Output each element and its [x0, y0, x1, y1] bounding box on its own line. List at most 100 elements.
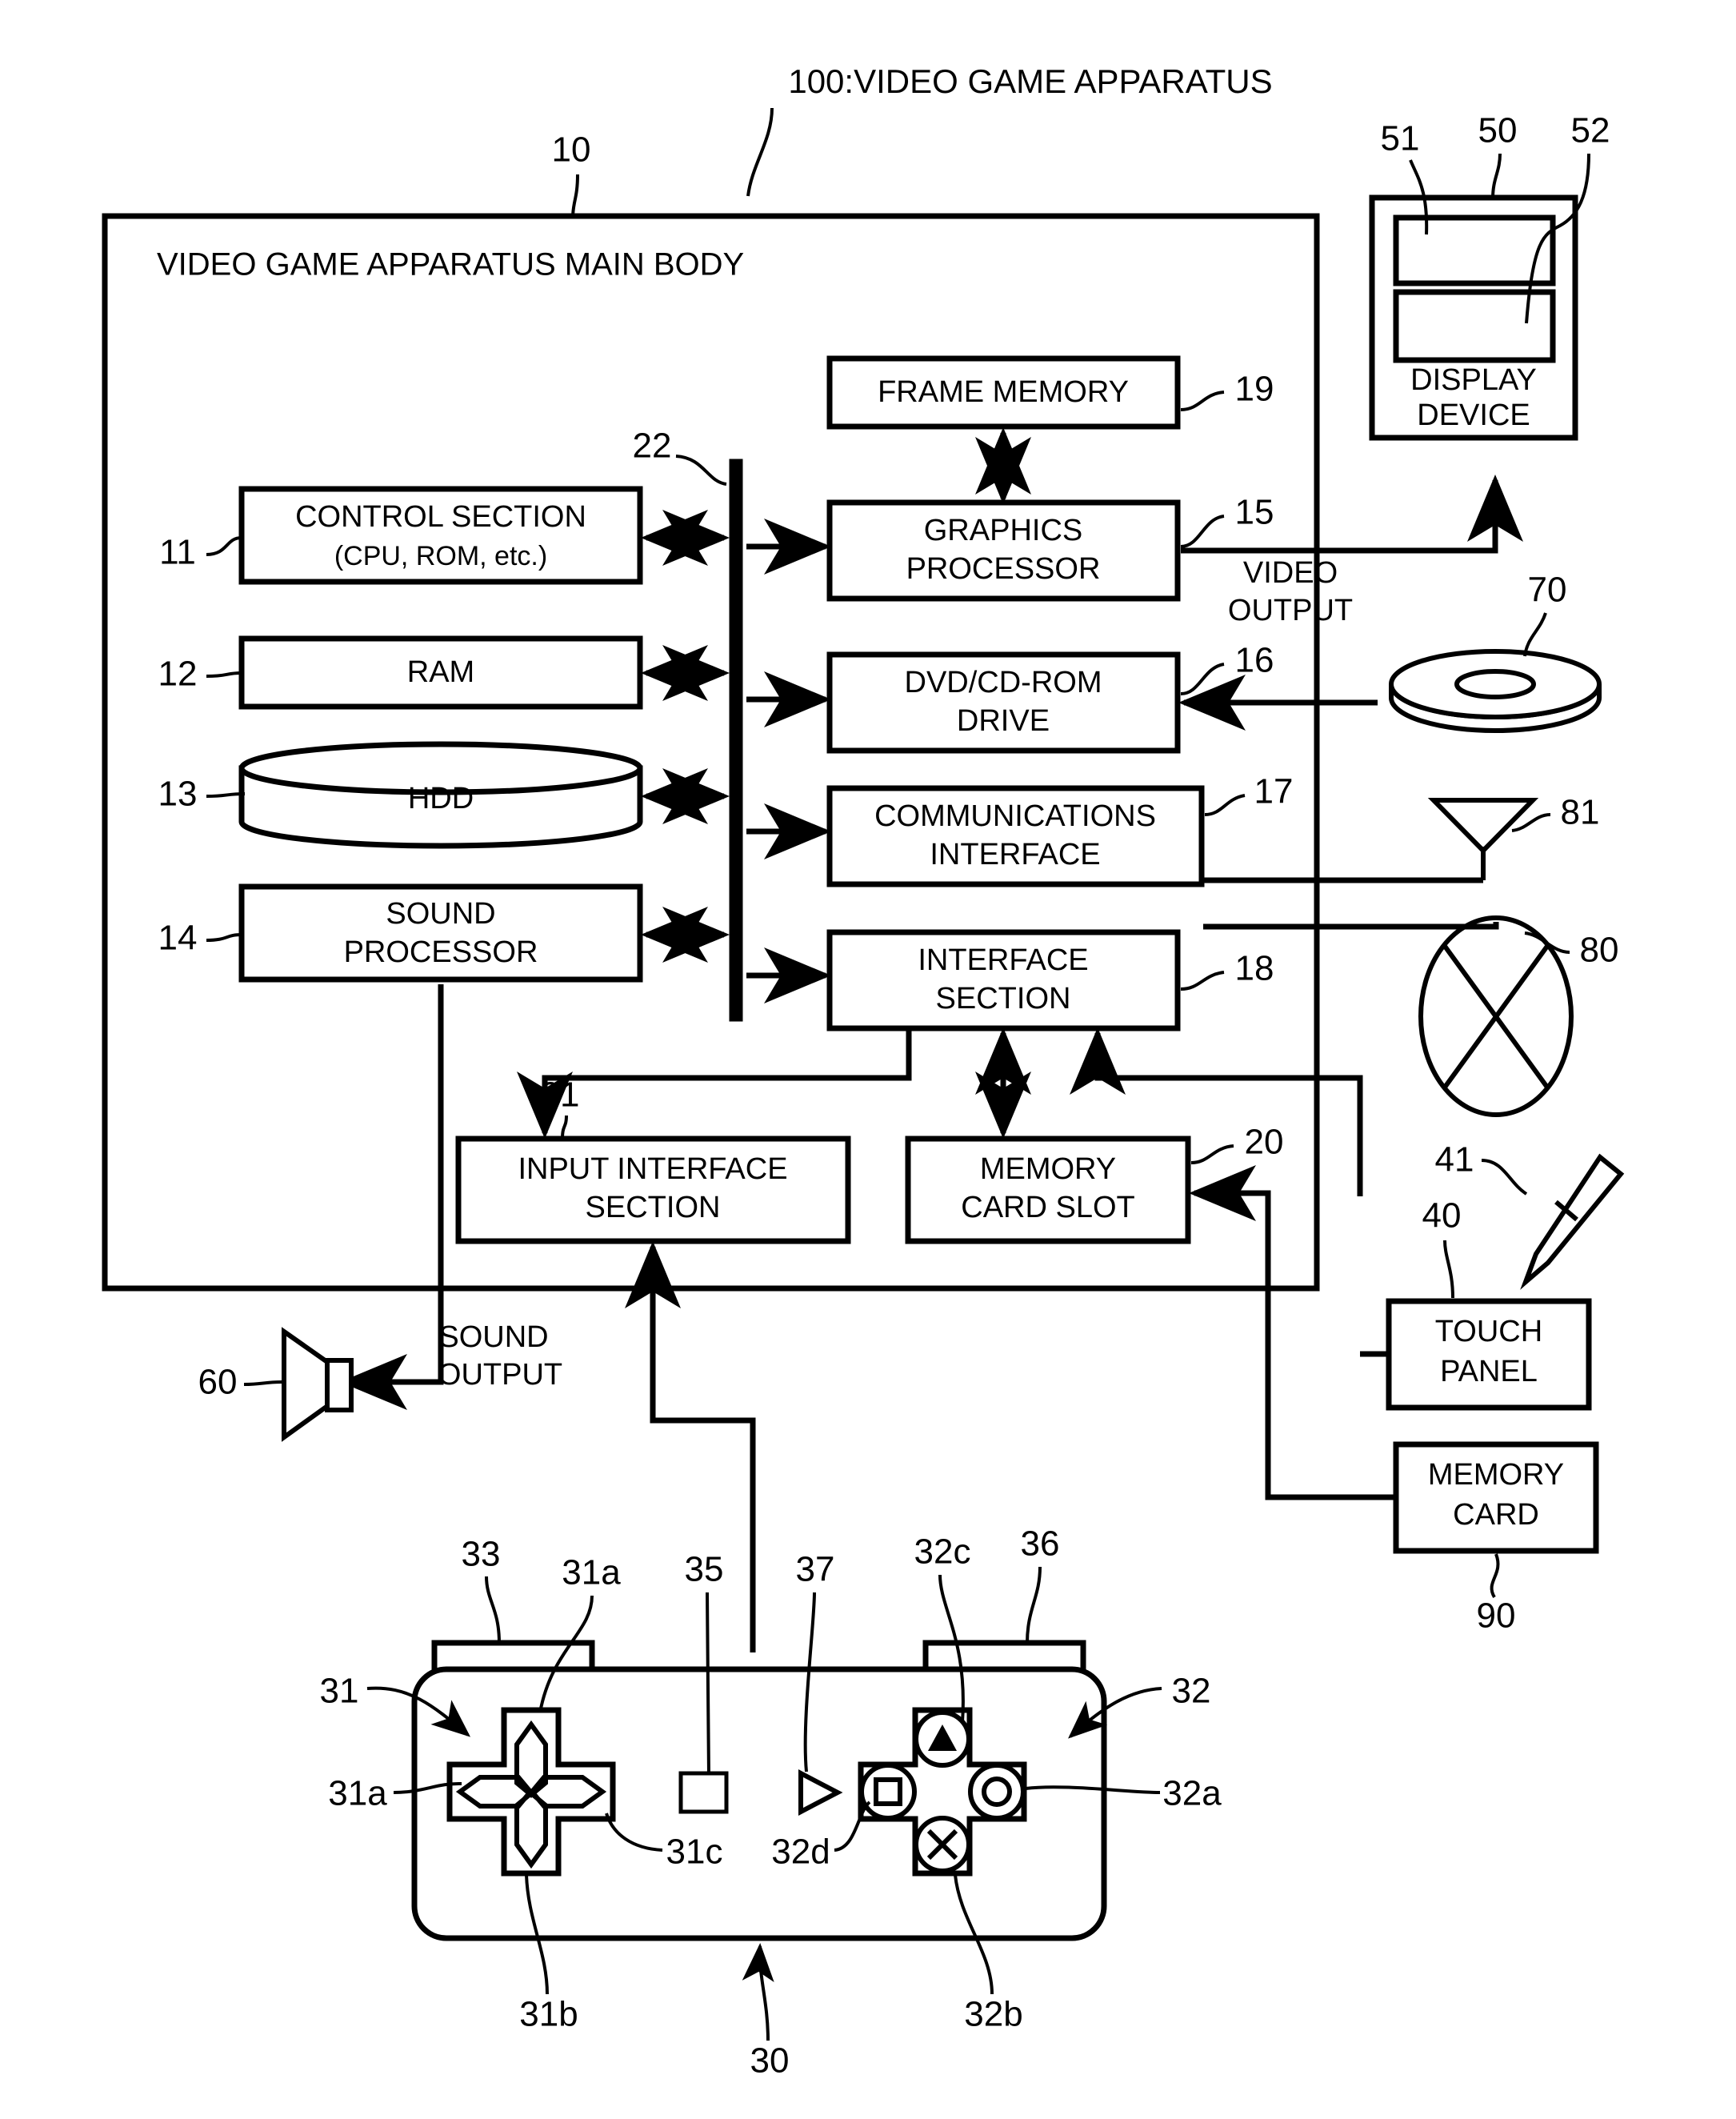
video-output-label-line1: VIDEO	[1243, 556, 1338, 590]
ref-22: 22	[633, 427, 672, 466]
sound-processor-label-line1: SOUND	[386, 897, 495, 931]
interface-section-block: INTERFACE SECTION 18	[746, 929, 1274, 1031]
sound-processor-label-line2: PROCESSOR	[344, 935, 538, 969]
ref-40: 40	[1422, 1196, 1462, 1236]
speaker-group: 60	[198, 1327, 354, 1442]
ref-14: 14	[158, 919, 198, 958]
ref-15: 15	[1235, 493, 1274, 532]
ref-31c: 31c	[666, 1833, 723, 1872]
ref-81: 81	[1561, 793, 1600, 832]
ref-51: 51	[1381, 119, 1420, 158]
ref-31b: 31b	[519, 1995, 578, 2034]
input-interface-label-line1: INPUT INTERFACE	[518, 1152, 787, 1186]
ref-90: 90	[1477, 1596, 1516, 1636]
display-device-group: DISPLAY DEVICE 51 50 52	[1369, 111, 1610, 441]
circle-button[interactable]	[968, 1763, 1026, 1821]
figure-title: 100:VIDEO GAME APPARATUS	[788, 62, 1272, 100]
ref-36: 36	[1021, 1524, 1060, 1564]
communications-interface-label-line1: COMMUNICATIONS	[874, 799, 1156, 833]
antenna-icon	[1427, 798, 1539, 855]
main-body-label: VIDEO GAME APPARATUS MAIN BODY	[157, 247, 744, 282]
speaker-body-icon	[325, 1358, 354, 1412]
graphics-processor-label-line2: PROCESSOR	[906, 552, 1101, 586]
ref-21-leader	[561, 1115, 568, 1140]
select-button[interactable]	[678, 1771, 729, 1814]
hdd-block: HDD 13	[158, 741, 730, 849]
ref-15-leader	[1180, 515, 1225, 548]
ref-37: 37	[796, 1550, 835, 1589]
ref-40-leader	[1443, 1240, 1454, 1299]
input-interface-section-block: INPUT INTERFACE SECTION 21	[455, 1076, 851, 1244]
ref-32a: 32a	[1162, 1774, 1222, 1813]
ref-70-leader	[1523, 612, 1547, 657]
sound-processor-block: SOUND PROCESSOR 14	[158, 883, 730, 983]
interface-section-label-line1: INTERFACE	[918, 943, 1088, 977]
ref-13: 13	[158, 775, 198, 814]
touch-panel-label-line2: PANEL	[1440, 1355, 1538, 1388]
ref-12-leader	[206, 671, 242, 678]
memory-card-to-slot-wire	[1189, 1165, 1396, 1500]
ref-32c: 32c	[914, 1532, 971, 1572]
video-output-group: VIDEO OUTPUT	[1181, 475, 1523, 627]
memory-card-slot-label-line1: MEMORY	[980, 1152, 1116, 1186]
dvd-drive-block: DVD/CD-ROM DRIVE 16	[746, 641, 1274, 754]
ref-19-leader	[1180, 391, 1225, 411]
ram-block: RAM 12	[158, 635, 730, 710]
ref-17-leader	[1204, 794, 1246, 816]
speaker-cone-icon	[282, 1327, 332, 1442]
frame-memory-block: FRAME MEMORY 19	[826, 355, 1274, 504]
ref-10: 10	[552, 130, 591, 170]
ref-32d: 32d	[771, 1833, 830, 1872]
ref-35: 35	[685, 1550, 724, 1589]
square-button[interactable]	[859, 1763, 917, 1821]
ref-32: 32	[1172, 1672, 1211, 1711]
ref-22-leader	[675, 455, 727, 486]
memory-card-slot-label-line2: CARD SLOT	[961, 1191, 1134, 1224]
figure-title-group: 100:VIDEO GAME APPARATUS	[746, 62, 1273, 197]
ref-90-leader	[1490, 1553, 1500, 1599]
communications-interface-block: COMMUNICATIONS INTERFACE 17	[746, 772, 1294, 887]
sound-output-label-line2: OUTPUT	[438, 1358, 562, 1392]
ref-11: 11	[159, 533, 196, 572]
controller-to-input-interface-wire	[625, 1241, 756, 1652]
ref-32b: 32b	[964, 1995, 1022, 2034]
sound-output-wire	[340, 984, 444, 1410]
ref-60-leader	[243, 1380, 282, 1386]
memory-card-slot-block: MEMORY CARD SLOT 20	[905, 1123, 1283, 1244]
ref-17: 17	[1254, 772, 1294, 811]
touch-panel-label-line1: TOUCH	[1435, 1315, 1542, 1348]
ref-20-leader	[1190, 1144, 1234, 1164]
ref-33-leader	[485, 1576, 501, 1644]
ref-10-leader	[571, 174, 579, 218]
ref-33: 33	[462, 1535, 501, 1574]
dvd-drive-label-line2: DRIVE	[957, 704, 1050, 738]
stylus-icon	[1520, 1153, 1625, 1290]
if-to-input-interface-wire	[517, 1031, 912, 1139]
ref-30: 30	[750, 2041, 790, 2081]
ref-18-leader	[1180, 971, 1225, 991]
ref-60: 60	[198, 1363, 238, 1402]
ref-12: 12	[158, 655, 198, 694]
ref-50: 50	[1478, 111, 1518, 150]
control-section-label-line2: (CPU, ROM, etc.)	[334, 541, 547, 571]
control-section-label-line1: CONTROL SECTION	[295, 500, 586, 534]
memory-card-label-line2: CARD	[1453, 1498, 1539, 1532]
frame-memory-label: FRAME MEMORY	[878, 375, 1129, 409]
ref-52: 52	[1571, 111, 1610, 150]
ref-31a-left: 31a	[328, 1774, 387, 1813]
memory-card-label-line1: MEMORY	[1428, 1458, 1564, 1492]
network-group: 80	[1203, 915, 1618, 1117]
ref-35-leader	[706, 1592, 710, 1776]
comm-to-network-wire	[1203, 922, 1499, 930]
ref-36-leader	[1026, 1566, 1042, 1644]
input-interface-label-line2: SECTION	[586, 1191, 721, 1224]
video-output-label-line2: OUTPUT	[1228, 594, 1353, 627]
ref-41: 41	[1435, 1140, 1474, 1180]
display-device-label-line1: DISPLAY	[1410, 363, 1537, 397]
ref-11-leader	[206, 536, 242, 556]
system-bus	[729, 459, 743, 1022]
ref-19: 19	[1235, 370, 1274, 409]
memory-card-group: MEMORY CARD 90	[1393, 1441, 1599, 1636]
ram-label: RAM	[407, 655, 474, 689]
patent-figure-sheet: 100:VIDEO GAME APPARATUS VIDEO GAME APPA…	[0, 0, 1736, 2119]
